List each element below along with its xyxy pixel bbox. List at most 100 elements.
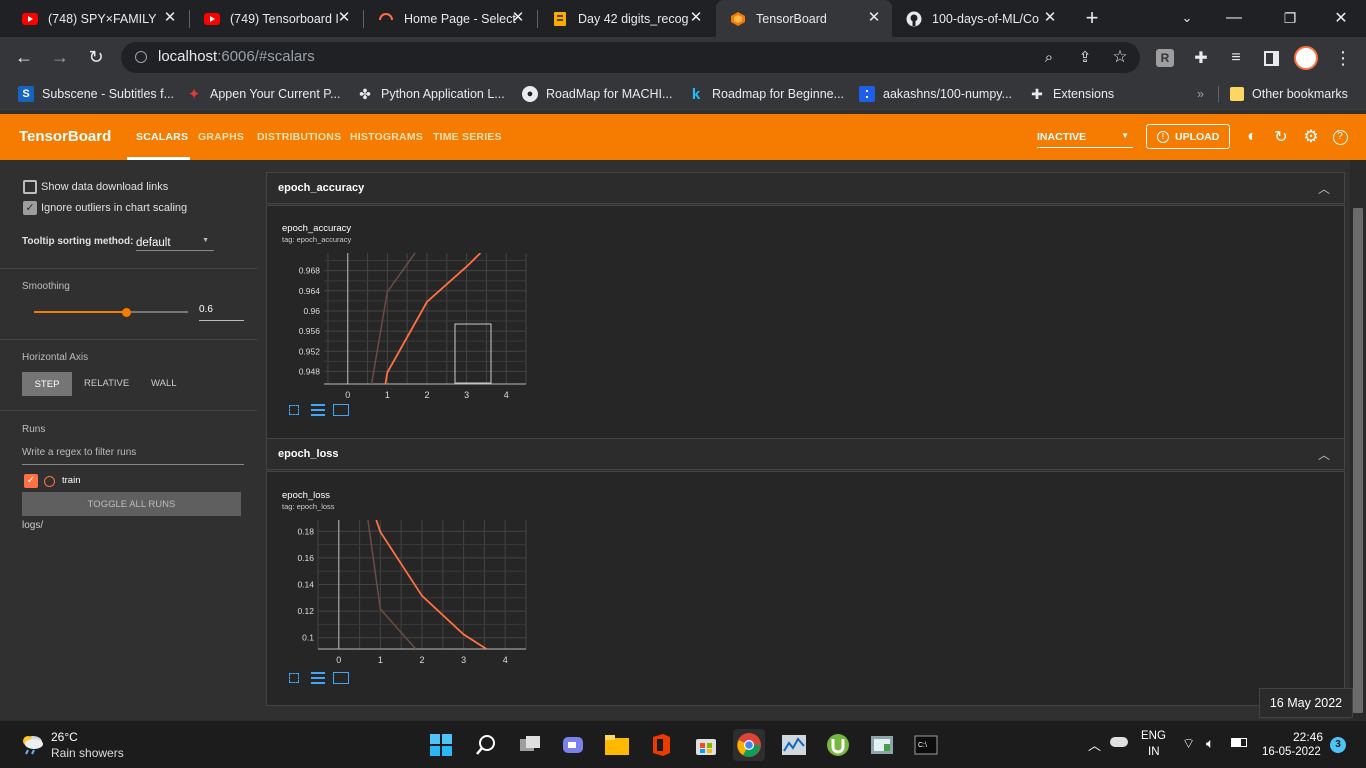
browser-tab[interactable]: (748) SPY×FAMILY ✕ [8, 0, 188, 37]
log-scale-icon[interactable] [311, 404, 325, 416]
weather-desc[interactable]: Rain showers [51, 746, 124, 760]
file-explorer-icon[interactable] [601, 729, 633, 761]
side-panel-icon[interactable] [1259, 46, 1283, 70]
weather-temp[interactable]: 26°C [51, 730, 78, 744]
address-bar[interactable]: localhost:6006/#scalars ⌕ ⇪ ☆ [121, 42, 1140, 73]
media-control-icon[interactable]: ≡ [1224, 46, 1248, 70]
close-icon[interactable]: ✕ [162, 10, 178, 26]
fit-domain-icon[interactable] [333, 404, 349, 416]
bookmark-item[interactable]: ✤ Python Application L... [357, 84, 505, 104]
ignore-outliers-checkbox[interactable]: ✓ [23, 201, 37, 215]
browser-tab-active[interactable]: TensorBoard ✕ [716, 0, 892, 37]
task-view-icon[interactable] [514, 729, 546, 761]
window-close-icon[interactable]: ✕ [1329, 6, 1353, 30]
language-indicator[interactable]: ENG [1141, 730, 1166, 742]
extension-r-icon[interactable]: R [1153, 46, 1177, 70]
page-scrollbar[interactable] [1350, 160, 1366, 720]
extensions-icon[interactable]: ✚ [1189, 46, 1213, 70]
upload-button[interactable]: ! UPLOAD [1146, 124, 1230, 149]
collapse-chevron-icon[interactable]: ︿ [1318, 180, 1330, 197]
minimize-icon[interactable]: — [1222, 6, 1246, 30]
notification-badge[interactable]: 3 [1330, 737, 1346, 753]
tab-scalars[interactable]: SCALARS [136, 131, 188, 143]
help-icon[interactable]: ? [1328, 125, 1352, 149]
axis-relative-button[interactable]: RELATIVE [84, 378, 129, 389]
collapse-chevron-icon[interactable]: ︿ [1318, 446, 1330, 463]
zoom-icon[interactable]: ⌕ [1037, 45, 1061, 69]
office-icon[interactable] [645, 729, 677, 761]
back-icon[interactable]: ← [12, 45, 36, 69]
show-download-checkbox[interactable] [23, 180, 37, 194]
resource-monitor-icon[interactable] [778, 729, 810, 761]
other-bookmarks[interactable]: Other bookmarks [1230, 84, 1348, 104]
reload-icon[interactable]: ↻ [84, 45, 108, 69]
new-tab-icon[interactable]: + [1080, 5, 1104, 30]
card-header-epoch-accuracy[interactable]: epoch_accuracy ︿ [266, 172, 1345, 204]
refresh-icon[interactable]: ↻ [1269, 125, 1293, 149]
profile-avatar[interactable] [1294, 46, 1318, 70]
browser-tab[interactable]: Home Page - Select ✕ [364, 0, 536, 37]
clock-time[interactable]: 22:46 [1293, 730, 1323, 744]
clock-date[interactable]: 16-05-2022 [1262, 746, 1321, 758]
utorrent-icon[interactable] [822, 729, 854, 761]
close-icon[interactable]: ✕ [866, 10, 882, 26]
url-text[interactable]: localhost:6006/#scalars [158, 48, 315, 65]
close-icon[interactable]: ✕ [688, 10, 704, 26]
wifi-icon[interactable]: ⌔ [1182, 735, 1195, 753]
bookmark-item[interactable]: S Subscene - Subtitles f... [18, 84, 174, 104]
card-header-epoch-loss[interactable]: epoch_loss ︿ [266, 438, 1345, 470]
bookmark-star-icon[interactable]: ☆ [1108, 45, 1132, 69]
fullscreen-icon[interactable] [289, 405, 299, 415]
smoothing-slider-thumb[interactable] [122, 308, 131, 317]
runs-filter-input[interactable]: Write a regex to filter runs [22, 447, 244, 465]
axis-wall-button[interactable]: WALL [151, 378, 177, 389]
log-scale-icon[interactable] [311, 672, 325, 684]
bookmark-item[interactable]: ● RoadMap for MACHI... [522, 84, 672, 104]
volume-icon[interactable]: 🔈︎ [1206, 735, 1214, 752]
more-bookmarks-icon[interactable]: » [1197, 84, 1204, 104]
chrome-icon[interactable] [733, 729, 765, 761]
control-panel-icon[interactable] [866, 729, 898, 761]
language-region[interactable]: IN [1148, 746, 1160, 758]
plugin-select[interactable]: INACTIVE ▼ [1037, 131, 1133, 143]
scrollbar-thumb[interactable] [1353, 208, 1363, 713]
bookmark-item[interactable]: ✦ Appen Your Current P... [186, 84, 341, 104]
smoothing-value-input[interactable]: 0.6 [199, 304, 244, 321]
tab-histograms[interactable]: HISTOGRAMS [350, 131, 423, 143]
theme-toggle-icon[interactable]: ◐ [1240, 125, 1264, 149]
bookmark-item[interactable]: ✚ Extensions [1029, 84, 1114, 104]
battery-icon[interactable] [1231, 738, 1247, 747]
ms-store-icon[interactable] [690, 729, 722, 761]
tab-graphs[interactable]: GRAPHS [198, 131, 244, 143]
menu-icon[interactable]: ⋮ [1331, 46, 1355, 70]
browser-tab[interactable]: Day 42 digits_recog ✕ [538, 0, 714, 37]
forward-icon[interactable]: → [48, 45, 72, 69]
close-icon[interactable]: ✕ [510, 10, 526, 26]
search-icon[interactable] [470, 729, 502, 761]
fullscreen-icon[interactable] [289, 673, 299, 683]
close-icon[interactable]: ✕ [1042, 10, 1058, 26]
tab-time-series[interactable]: TIME SERIES [433, 131, 502, 143]
terminal-icon[interactable]: C:\ [910, 729, 942, 761]
share-icon[interactable]: ⇪ [1073, 45, 1097, 69]
info-icon[interactable] [135, 51, 147, 63]
run-train-checkbox[interactable]: ✓ [24, 474, 38, 488]
toggle-all-runs-button[interactable]: TOGGLE ALL RUNS [22, 492, 241, 516]
tooltip-sort-select[interactable]: default ▼ [136, 233, 214, 251]
close-icon[interactable]: ✕ [336, 10, 352, 26]
bookmark-item[interactable]: ⁚ aakashns/100-numpy... [859, 84, 1012, 104]
browser-tab[interactable]: (749) Tensorboard I ✕ [190, 0, 362, 37]
tab-search-icon[interactable]: ⌄ [1175, 6, 1199, 30]
axis-step-button[interactable]: STEP [22, 372, 72, 396]
run-color-icon[interactable] [44, 476, 55, 487]
show-hidden-icons[interactable]: ︿ [1088, 735, 1101, 754]
tab-distributions[interactable]: DISTRIBUTIONS [257, 131, 341, 143]
onedrive-cloud-icon[interactable] [1110, 737, 1128, 747]
restore-icon[interactable]: ❐ [1278, 6, 1302, 30]
bookmark-item[interactable]: k Roadmap for Beginne... [688, 84, 844, 104]
windows-start-icon[interactable] [425, 729, 457, 761]
weather-rain-icon[interactable] [20, 733, 44, 755]
settings-gear-icon[interactable]: ⚙ [1299, 125, 1323, 149]
browser-tab[interactable]: 100-days-of-ML/Co ✕ [892, 0, 1068, 37]
teams-chat-icon[interactable] [557, 729, 589, 761]
